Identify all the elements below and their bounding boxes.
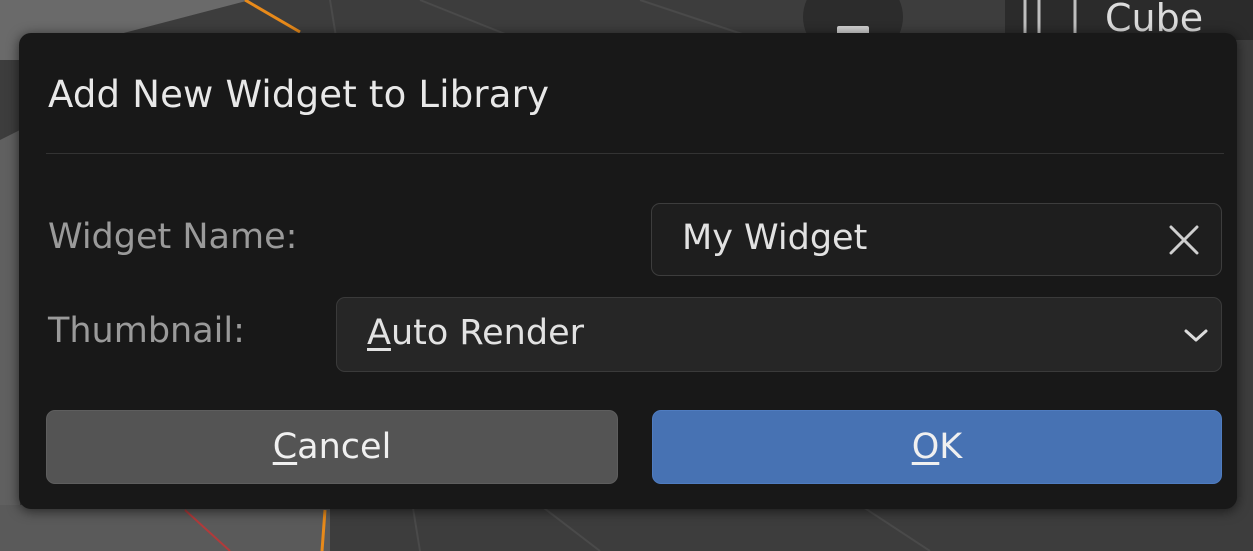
cancel-mnemonic: C (272, 427, 298, 467)
selection-outline (244, 0, 301, 34)
thumbnail-select[interactable]: Auto Render (336, 297, 1222, 372)
widget-name-value[interactable]: My Widget (682, 218, 867, 258)
close-icon[interactable] (1167, 223, 1201, 257)
cancel-button[interactable]: Cancel (46, 410, 618, 484)
ok-mnemonic: O (911, 427, 940, 467)
add-widget-dialog: Add New Widget to Library Widget Name: M… (19, 33, 1237, 509)
cancel-label-rest: ancel (297, 427, 392, 467)
chevron-down-icon (1184, 329, 1208, 342)
ok-button[interactable]: OK (652, 410, 1222, 484)
ok-label-rest: K (939, 427, 963, 467)
widget-name-label: Widget Name: (48, 217, 298, 257)
selected-value-rest: uto Render (390, 313, 584, 353)
thumbnail-label: Thumbnail: (48, 311, 245, 351)
mnemonic-letter: A (367, 313, 391, 353)
thumbnail-selected-value: Auto Render (367, 313, 584, 353)
title-divider (46, 153, 1224, 154)
widget-name-input[interactable]: My Widget (651, 203, 1222, 276)
dialog-title: Add New Widget to Library (48, 73, 550, 116)
